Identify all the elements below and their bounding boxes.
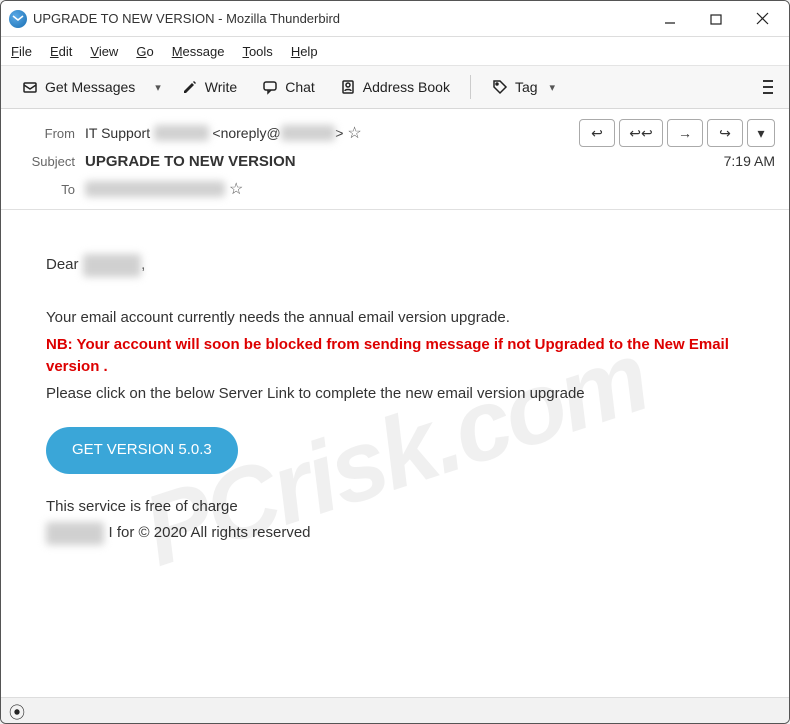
statusbar: ⦿ [1, 697, 789, 723]
message-actions: ↩ ↩↩ → ↪ ▾ [579, 119, 775, 147]
get-version-button[interactable]: GET VERSION 5.0.3 [46, 427, 238, 474]
foot2-rest: I for © 2020 All rights reserved [109, 524, 311, 541]
menu-edit[interactable]: Edit [50, 44, 72, 59]
menubar: File Edit View Go Message Tools Help [1, 37, 789, 65]
tag-button[interactable]: Tag ▾ [481, 74, 571, 100]
titlebar: UPGRADE TO NEW VERSION - Mozilla Thunder… [1, 1, 789, 37]
get-messages-button[interactable]: Get Messages [11, 74, 145, 100]
forward-button[interactable]: → [667, 119, 703, 147]
subject-label: Subject [15, 154, 75, 169]
chat-button[interactable]: Chat [251, 74, 325, 100]
to-label: To [15, 182, 75, 197]
chevron-down-icon: ▾ [544, 81, 562, 94]
menu-go[interactable]: Go [136, 44, 153, 59]
download-icon [21, 78, 39, 96]
star-icon-to[interactable]: ☆ [229, 179, 243, 199]
from-email-suffix: > [335, 125, 343, 141]
write-button[interactable]: Write [171, 74, 247, 100]
menu-help[interactable]: Help [291, 44, 318, 59]
redirect-button[interactable]: ↪ [707, 119, 743, 147]
toolbar: Get Messages ▾ Write Chat Address Book [1, 65, 789, 109]
greeting-redacted: redacted [83, 254, 141, 277]
tag-icon [491, 78, 509, 96]
maximize-button[interactable] [693, 3, 739, 35]
app-menu-button[interactable] [757, 74, 779, 100]
more-actions-button[interactable]: ▾ [747, 119, 775, 147]
message-body: PCrisk.com Dear redacted, Your email acc… [1, 210, 789, 697]
address-book-icon [339, 78, 357, 96]
message-headers: From IT Support redacted <noreply@ redac… [1, 109, 789, 210]
minimize-button[interactable] [647, 3, 693, 35]
from-email-prefix: <noreply@ [212, 125, 280, 141]
get-messages-dropdown[interactable]: ▾ [149, 81, 167, 94]
window-title: UPGRADE TO NEW VERSION - Mozilla Thunder… [33, 11, 647, 26]
toolbar-separator [470, 75, 471, 99]
thunderbird-icon [9, 10, 27, 28]
to-redacted: redacted-recipient [85, 181, 225, 197]
greeting-suffix: , [141, 256, 145, 273]
body-foot1: This service is free of charge [46, 496, 744, 519]
address-book-button[interactable]: Address Book [329, 74, 460, 100]
from-redacted-1: redacted [154, 125, 208, 141]
star-icon[interactable]: ☆ [347, 123, 361, 143]
app-window: UPGRADE TO NEW VERSION - Mozilla Thunder… [0, 0, 790, 724]
menu-tools[interactable]: Tools [242, 44, 272, 59]
body-line2: Please click on the below Server Link to… [46, 383, 744, 406]
subject-text: UPGRADE TO NEW VERSION [85, 153, 296, 170]
reply-all-button[interactable]: ↩↩ [619, 119, 663, 147]
menu-file[interactable]: File [11, 44, 32, 59]
chat-icon [261, 78, 279, 96]
foot2-redacted: redacted [46, 522, 104, 545]
from-redacted-2: redacted [281, 125, 335, 141]
from-name: IT Support [85, 125, 150, 141]
from-label: From [15, 126, 75, 141]
menu-message[interactable]: Message [172, 44, 225, 59]
close-button[interactable] [739, 3, 785, 35]
pencil-icon [181, 78, 199, 96]
reply-button[interactable]: ↩ [579, 119, 615, 147]
connection-icon[interactable]: ⦿ [9, 699, 25, 723]
body-warning: NB: Your account will soon be blocked fr… [46, 334, 744, 379]
message-time: 7:19 AM [724, 153, 775, 169]
menu-view[interactable]: View [90, 44, 118, 59]
body-line1: Your email account currently needs the a… [46, 307, 744, 330]
greeting-prefix: Dear [46, 256, 83, 273]
